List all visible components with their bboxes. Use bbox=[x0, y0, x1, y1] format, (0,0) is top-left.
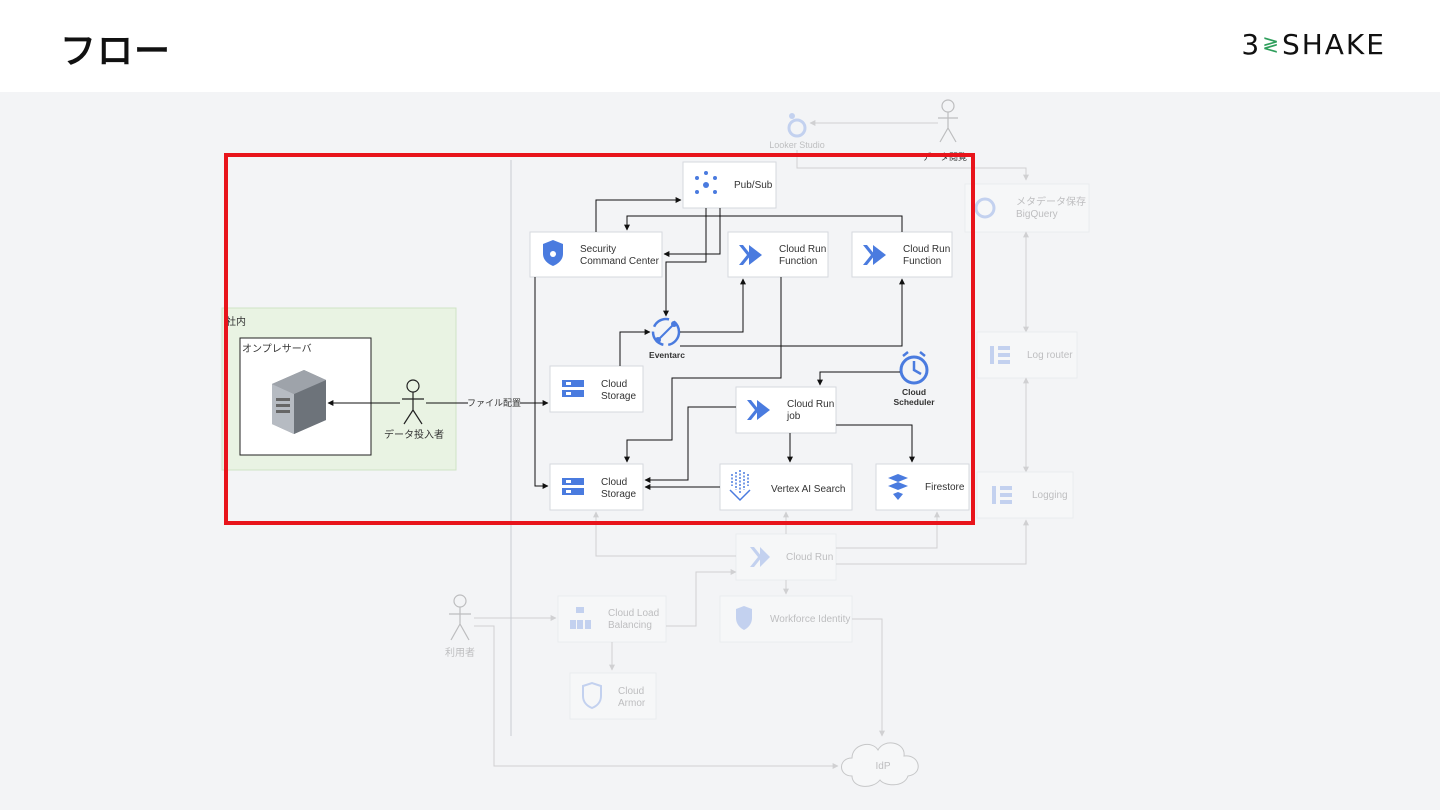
storage-bottom-label-1: Cloud bbox=[601, 477, 627, 488]
log-router-node: Log router bbox=[976, 331, 1078, 379]
architecture-diagram: Looker Studio メタデータ保存 BigQuery Log route… bbox=[221, 99, 1090, 787]
firestore-label: Firestore bbox=[925, 482, 965, 493]
cloud-run-function-1-node: Cloud Run Function bbox=[727, 231, 829, 278]
logging-node: Logging bbox=[976, 471, 1074, 519]
vertex-ai-search-node: Vertex AI Search bbox=[719, 463, 853, 511]
looker-label: Looker Studio bbox=[769, 140, 825, 150]
scc-label-1: Security bbox=[580, 244, 616, 255]
looker-studio-node: Looker Studio bbox=[769, 113, 825, 150]
cloud-run-job-node: Cloud Run job bbox=[735, 386, 837, 434]
armor-label-2: Armor bbox=[618, 698, 646, 709]
workforce-label: Workforce Identity bbox=[770, 614, 850, 625]
eventarc-node: Eventarc bbox=[649, 317, 685, 360]
logging-label: Logging bbox=[1032, 490, 1068, 501]
vertex-label: Vertex AI Search bbox=[771, 484, 846, 495]
scc-label-2: Command Center bbox=[580, 256, 660, 267]
slide-title: フロー bbox=[60, 31, 172, 72]
cloud-run-function-2-node: Cloud Run Function bbox=[851, 231, 953, 278]
cloud-storage-bottom-node: Cloud Storage bbox=[549, 463, 644, 511]
lb-label-2: Balancing bbox=[608, 620, 652, 631]
logo-text-left: 3 bbox=[1241, 28, 1262, 61]
crf2-label-2: Function bbox=[903, 256, 941, 267]
bigquery-label: BigQuery bbox=[1016, 209, 1058, 220]
scheduler-label-1: Cloud bbox=[902, 387, 926, 397]
user-label: 利用者 bbox=[445, 647, 475, 659]
storage-bottom-label-2: Storage bbox=[601, 489, 636, 500]
cloud-run-label: Cloud Run bbox=[786, 552, 833, 563]
data-uploader-label: データ投入者 bbox=[384, 428, 444, 441]
crf1-label-2: Function bbox=[779, 256, 817, 267]
scheduler-label-2: Scheduler bbox=[893, 397, 935, 407]
onprem-zone-label: 社内 bbox=[226, 315, 246, 328]
crjob-label-2: job bbox=[786, 411, 801, 422]
scc-node: Security Command Center bbox=[529, 231, 663, 278]
onprem-server-box: オンプレサーバ bbox=[239, 337, 372, 456]
pubsub-label: Pub/Sub bbox=[734, 180, 773, 191]
logo-mark-icon: ≷ bbox=[1262, 32, 1281, 56]
metadata-bigquery-node: メタデータ保存 BigQuery bbox=[964, 183, 1090, 233]
onprem-server-label: オンプレサーバ bbox=[242, 343, 312, 355]
diagram-canvas: Looker Studio メタデータ保存 BigQuery Log route… bbox=[0, 92, 1440, 810]
brand-logo: 3≷SHAKE bbox=[1241, 28, 1386, 61]
file-place-label: ファイル配置 bbox=[467, 398, 521, 408]
metadata-label: メタデータ保存 bbox=[1016, 195, 1086, 208]
load-balancing-node: Cloud Load Balancing bbox=[557, 595, 667, 643]
cloud-armor-node: Cloud Armor bbox=[569, 672, 657, 720]
crf1-label-1: Cloud Run bbox=[779, 244, 826, 255]
idp-label: IdP bbox=[875, 761, 890, 772]
workforce-identity-node: Workforce Identity bbox=[719, 595, 853, 643]
viewer-actor bbox=[938, 99, 958, 143]
user-actor: 利用者 bbox=[445, 594, 475, 659]
pubsub-node: Pub/Sub bbox=[682, 161, 777, 209]
storage-top-label-1: Cloud bbox=[601, 379, 627, 390]
log-router-label: Log router bbox=[1027, 350, 1073, 361]
firestore-node: Firestore bbox=[875, 463, 970, 511]
storage-top-label-2: Storage bbox=[601, 391, 636, 402]
slide-header: フロー 3≷SHAKE bbox=[0, 0, 1440, 92]
crf2-label-1: Cloud Run bbox=[903, 244, 950, 255]
eventarc-label: Eventarc bbox=[649, 350, 685, 360]
crjob-label-1: Cloud Run bbox=[787, 399, 834, 410]
idp-node: IdP bbox=[841, 742, 919, 787]
logo-text-right: SHAKE bbox=[1281, 28, 1386, 61]
lb-label-1: Cloud Load bbox=[608, 608, 659, 619]
armor-label-1: Cloud bbox=[618, 686, 644, 697]
cloud-storage-top-node: Cloud Storage bbox=[549, 365, 644, 413]
cloud-scheduler-node: Cloud Scheduler bbox=[893, 351, 935, 407]
cloud-run-node: Cloud Run bbox=[735, 533, 837, 581]
